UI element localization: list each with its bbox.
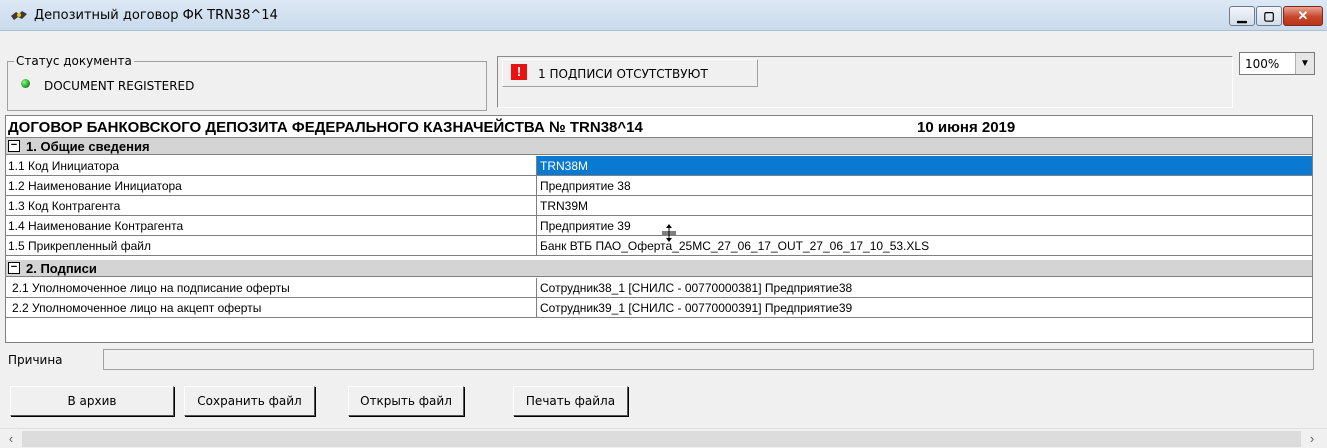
- column-divider: [536, 216, 537, 235]
- column-divider: [536, 196, 537, 215]
- archive-button[interactable]: В архив: [10, 386, 174, 416]
- horizontal-scrollbar[interactable]: ‹ ›: [0, 428, 1327, 448]
- window-title: Депозитный договор ФК TRN38^14: [34, 8, 278, 23]
- table-row[interactable]: 1.5 Прикрепленный файл Банк ВТБ ПАО_Офер…: [6, 236, 1312, 256]
- column-divider: [536, 278, 537, 297]
- table-row[interactable]: 1.2 Наименование Инициатора Предприятие …: [6, 176, 1312, 196]
- row-key: 1.1 Код Инициатора: [8, 159, 120, 173]
- table-row[interactable]: 1.4 Наименование Контрагента Предприятие…: [6, 216, 1312, 236]
- row-value[interactable]: TRN39M: [540, 199, 588, 213]
- row-value[interactable]: Банк ВТБ ПАО_Оферта_25МС_27_06_17_OUT_27…: [540, 239, 929, 253]
- table-row[interactable]: 2.2 Уполномоченное лицо на акцепт оферты…: [6, 298, 1312, 318]
- app-icon: [11, 11, 27, 20]
- scroll-right-icon[interactable]: ›: [1305, 432, 1319, 446]
- column-divider: [536, 176, 537, 195]
- reason-label: Причина: [8, 353, 63, 367]
- minimize-icon: ▁: [1237, 9, 1247, 23]
- reason-input[interactable]: [103, 349, 1314, 370]
- row-resize-cursor-icon: [662, 224, 676, 242]
- chevron-down-icon[interactable]: ▼: [1295, 53, 1314, 74]
- status-legend: Статус документа: [14, 54, 134, 68]
- open-file-button[interactable]: Открыть файл: [348, 386, 464, 416]
- column-divider: [536, 236, 537, 255]
- signatures-warning-text: 1 ПОДПИСИ ОТСУТСТВУЮТ: [538, 67, 708, 81]
- section-label: 2. Подписи: [26, 261, 97, 276]
- row-value[interactable]: Предприятие 38: [540, 179, 631, 193]
- scroll-left-icon[interactable]: ‹: [4, 432, 18, 446]
- row-key: 1.4 Наименование Контрагента: [8, 219, 184, 233]
- section-general[interactable]: − 1. Общие сведения: [6, 138, 1312, 155]
- document-title: ДОГОВОР БАНКОВСКОГО ДЕПОЗИТА ФЕДЕРАЛЬНОГ…: [8, 119, 643, 136]
- save-file-button[interactable]: Сохранить файл: [184, 386, 315, 416]
- row-key: 1.5 Прикрепленный файл: [8, 239, 151, 253]
- warning-icon: !: [511, 64, 527, 80]
- column-divider: [536, 298, 537, 317]
- row-value[interactable]: TRN38M: [540, 159, 588, 173]
- zoom-select[interactable]: 100% ▼: [1239, 52, 1315, 75]
- status-led-icon: [21, 79, 30, 88]
- maximize-button[interactable]: ▢: [1256, 6, 1282, 26]
- row-value[interactable]: Сотрудник38_1 [СНИЛС - 00770000381] Пред…: [540, 281, 852, 295]
- table-row[interactable]: 1.3 Код Контрагента TRN39M: [6, 196, 1312, 216]
- row-key: 2.1 Уполномоченное лицо на подписание оф…: [12, 281, 290, 295]
- scroll-track[interactable]: [22, 431, 1301, 447]
- maximize-icon: ▢: [1263, 9, 1275, 23]
- status-value: DOCUMENT REGISTERED: [44, 79, 195, 93]
- row-key: 1.2 Наименование Инициатора: [8, 179, 182, 193]
- zoom-value: 100%: [1245, 57, 1280, 71]
- collapse-icon[interactable]: −: [8, 140, 20, 152]
- close-icon: ✕: [1297, 8, 1309, 23]
- collapse-icon[interactable]: −: [8, 262, 20, 274]
- print-file-button[interactable]: Печать файла: [513, 386, 628, 416]
- row-key: 2.2 Уполномоченное лицо на акцепт оферты: [12, 301, 262, 315]
- table-row[interactable]: 2.1 Уполномоченное лицо на подписание оф…: [6, 278, 1312, 298]
- row-value[interactable]: Предприятие 39: [540, 219, 631, 233]
- row-key: 1.3 Код Контрагента: [8, 199, 121, 213]
- row-value[interactable]: Сотрудник39_1 [СНИЛС - 00770000391] Пред…: [540, 301, 852, 315]
- section-signatures[interactable]: − 2. Подписи: [6, 260, 1312, 277]
- title-bar: Депозитный договор ФК TRN38^14 ▁ ▢ ✕: [0, 0, 1327, 31]
- selection-highlight: [537, 156, 1312, 175]
- close-button[interactable]: ✕: [1283, 6, 1323, 26]
- minimize-button[interactable]: ▁: [1229, 6, 1255, 26]
- section-label: 1. Общие сведения: [26, 139, 150, 154]
- document-date: 10 июня 2019: [917, 119, 1016, 136]
- table-row[interactable]: 1.1 Код Инициатора TRN38M: [6, 156, 1312, 176]
